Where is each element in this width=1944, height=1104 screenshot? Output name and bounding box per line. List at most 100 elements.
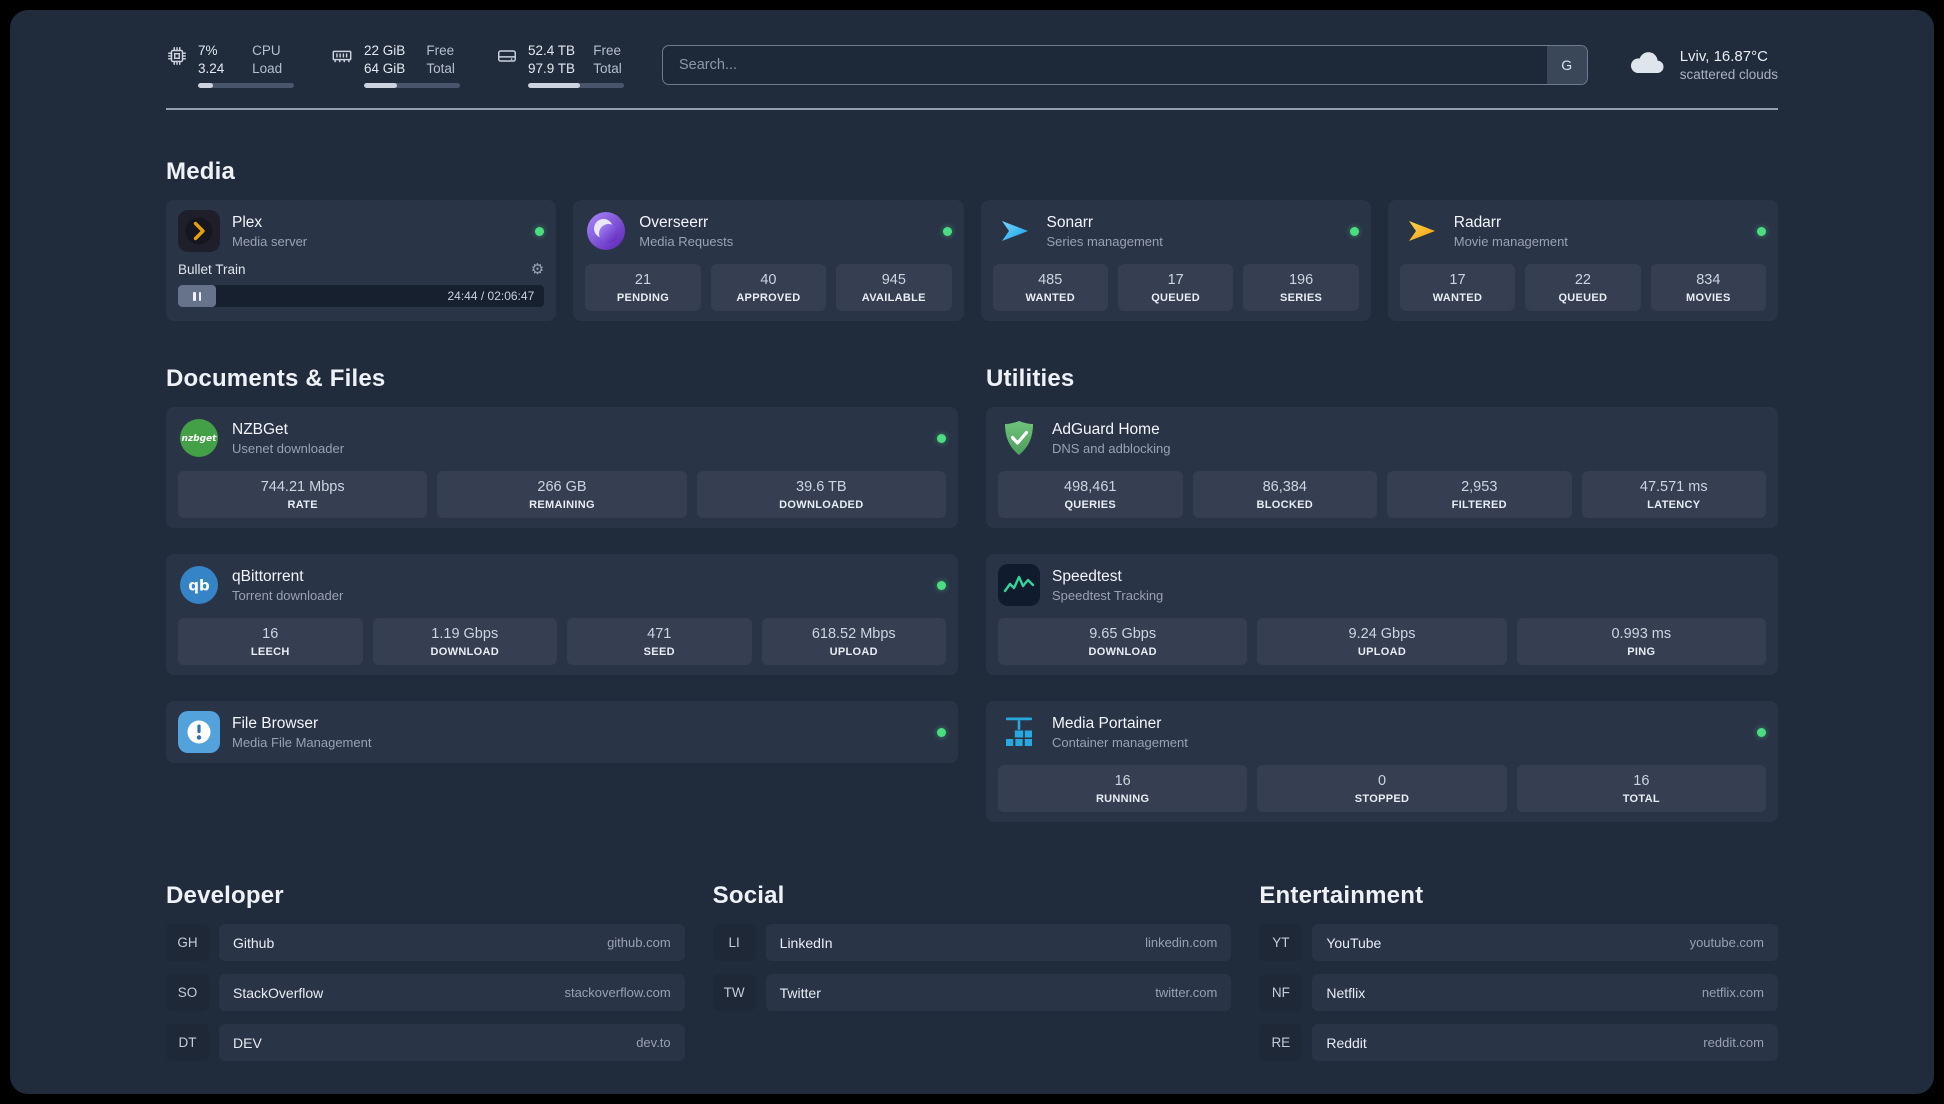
group-documents: Documents & Files nzbget NZBGet Usenet d… (166, 365, 958, 822)
bookmark-reddit[interactable]: RE Reddit reddit.com (1259, 1024, 1778, 1061)
cpu-widget: 7% CPU 3.24 Load (166, 42, 294, 88)
bookmark-github[interactable]: GH Github github.com (166, 924, 685, 961)
bookmark-abbr: GH (166, 924, 209, 961)
bookmark-name: Twitter (779, 984, 821, 1001)
bookmark-name: Reddit (1326, 1034, 1367, 1051)
memory-progress-fill (364, 83, 397, 88)
bookmark-group-social: Social LI LinkedIn linkedin.com TW Twitt… (712, 882, 1232, 1061)
stat-upload: 9.24 Gbps UPLOAD (1257, 618, 1507, 665)
service-card-nzbget[interactable]: nzbget NZBGet Usenet downloader 744.21 M… (166, 407, 958, 528)
bookmark-url: stackoverflow.com (564, 985, 671, 1000)
cloud-icon (1626, 48, 1668, 83)
service-card-portainer[interactable]: Media Portainer Container management 16 … (986, 701, 1778, 822)
stat-blocked: 86,384 BLOCKED (1192, 471, 1377, 518)
service-card-radarr[interactable]: Radarr Movie management 17 WANTED 22 QUE… (1387, 200, 1778, 321)
stat-total: 16 TOTAL (1516, 765, 1766, 812)
nzbget-icon: nzbget (178, 417, 220, 459)
status-dot (1757, 226, 1766, 236)
bookmark-url: linkedin.com (1145, 935, 1218, 950)
gear-icon[interactable]: ⚙ (531, 262, 544, 277)
cpu-load-label: Load (252, 61, 283, 76)
stat-downloaded: 39.6 TB DOWNLOADED (696, 471, 946, 518)
stat-seed: 471 SEED (567, 618, 752, 665)
bookmark-abbr: TW (712, 974, 756, 1011)
stat-queued: 17 QUEUED (1117, 264, 1234, 311)
bookmark-url: github.com (607, 935, 671, 950)
playback-progress-bar[interactable]: 24:44 / 02:06:47 (178, 285, 545, 307)
bookmark-url: dev.to (636, 1035, 671, 1050)
bookmark-stackoverflow[interactable]: SO StackOverflow stackoverflow.com (166, 974, 685, 1011)
filebrowser-icon (178, 711, 220, 753)
disk-widget: 52.4 TB Free 97.9 TB Total (496, 42, 624, 88)
bookmark-netflix[interactable]: NF Netflix netflix.com (1259, 974, 1778, 1011)
weather-condition: scattered clouds (1679, 67, 1778, 82)
bookmark-group-entertainment: Entertainment YT YouTube youtube.com NF … (1259, 882, 1778, 1061)
stat-queued: 22 QUEUED (1525, 264, 1641, 311)
portainer-icon (998, 711, 1040, 753)
service-card-sonarr[interactable]: Sonarr Series management 485 WANTED 17 Q… (980, 200, 1371, 321)
service-name: File Browser (232, 715, 319, 732)
bookmarks-section: Developer GH Github github.com SO StackO… (166, 882, 1778, 1061)
stat-rate: 744.21 Mbps RATE (178, 471, 428, 518)
status-dot (937, 580, 946, 590)
memory-free-label: Free (426, 43, 455, 58)
bookmark-abbr: YT (1259, 924, 1303, 961)
bookmark-name: YouTube (1326, 934, 1382, 951)
memory-free-value: 22 GiB (364, 43, 406, 58)
bookmark-name: Netflix (1326, 984, 1366, 1001)
weather-widget: Lviv, 16.87°C scattered clouds (1626, 48, 1778, 83)
overseerr-icon (585, 210, 627, 252)
now-playing-title: Bullet Train (178, 262, 246, 277)
memory-progress-bar (364, 83, 460, 88)
bookmark-name: StackOverflow (233, 984, 324, 1001)
bookmark-abbr: DT (166, 1024, 209, 1061)
group-media: Media Plex Media server Bullet Train ⚙ 2… (166, 158, 1778, 321)
service-card-plex[interactable]: Plex Media server Bullet Train ⚙ 24:44 /… (166, 200, 557, 321)
now-playing-widget: Bullet Train ⚙ 24:44 / 02:06:47 (178, 262, 545, 307)
status-dot (937, 433, 946, 443)
service-name: Sonarr (1046, 214, 1094, 231)
service-card-speedtest[interactable]: Speedtest Speedtest Tracking 9.65 Gbps D… (986, 554, 1778, 675)
cpu-progress-fill (198, 83, 214, 88)
service-card-adguard[interactable]: AdGuard Home DNS and adblocking 498,461 … (986, 407, 1778, 528)
qbittorrent-icon: qb (178, 564, 220, 606)
service-name: Plex (232, 214, 263, 231)
service-card-filebrowser[interactable]: File Browser Media File Management (166, 701, 958, 763)
cpu-usage-label: CPU (252, 43, 281, 58)
stat-latency: 47.571 ms LATENCY (1581, 471, 1766, 518)
bookmark-linkedin[interactable]: LI LinkedIn linkedin.com (712, 924, 1232, 961)
playback-time: 24:44 / 02:06:47 (447, 289, 535, 303)
topbar-divider (166, 108, 1778, 110)
speedtest-icon (998, 564, 1040, 606)
memory-icon (330, 45, 354, 67)
group-title-media: Media (166, 158, 236, 185)
service-card-qbittorrent[interactable]: qb qBittorrent Torrent downloader 16 LEE… (166, 554, 958, 675)
cpu-usage-value: 7% (198, 43, 218, 58)
bookmark-youtube[interactable]: YT YouTube youtube.com (1259, 924, 1778, 961)
service-desc: Usenet downloader (232, 441, 345, 456)
service-card-overseerr[interactable]: Overseerr Media Requests 21 PENDING 40 A… (573, 200, 964, 321)
service-desc: Speedtest Tracking (1052, 588, 1164, 603)
stat-series: 196 SERIES (1243, 264, 1359, 311)
disk-progress-bar (528, 83, 624, 88)
bookmark-url: netflix.com (1701, 985, 1764, 1000)
weather-location: Lviv, 16.87°C (1679, 48, 1768, 65)
service-desc: DNS and adblocking (1052, 441, 1171, 456)
service-desc: Series management (1046, 234, 1163, 249)
sonarr-icon (993, 210, 1035, 252)
memory-total-label: Total (426, 61, 455, 76)
search-provider-button[interactable]: G (1546, 46, 1587, 84)
bookmark-dev[interactable]: DT DEV dev.to (166, 1024, 685, 1061)
status-dot (937, 727, 946, 737)
search-input[interactable] (662, 45, 1588, 85)
service-name: Media Portainer (1052, 715, 1162, 732)
status-dot (535, 226, 545, 236)
bookmark-twitter[interactable]: TW Twitter twitter.com (712, 974, 1232, 1011)
resource-widgets: 7% CPU 3.24 Load 22 GiB Free 64 GiB Tota… (166, 42, 624, 88)
status-dot (1757, 727, 1766, 737)
svg-text:qb: qb (188, 577, 210, 595)
status-dot (1349, 226, 1359, 236)
cpu-load-value: 3.24 (198, 61, 225, 76)
dashboard: 7% CPU 3.24 Load 22 GiB Free 64 GiB Tota… (10, 10, 1934, 1094)
pause-button[interactable] (178, 285, 216, 307)
